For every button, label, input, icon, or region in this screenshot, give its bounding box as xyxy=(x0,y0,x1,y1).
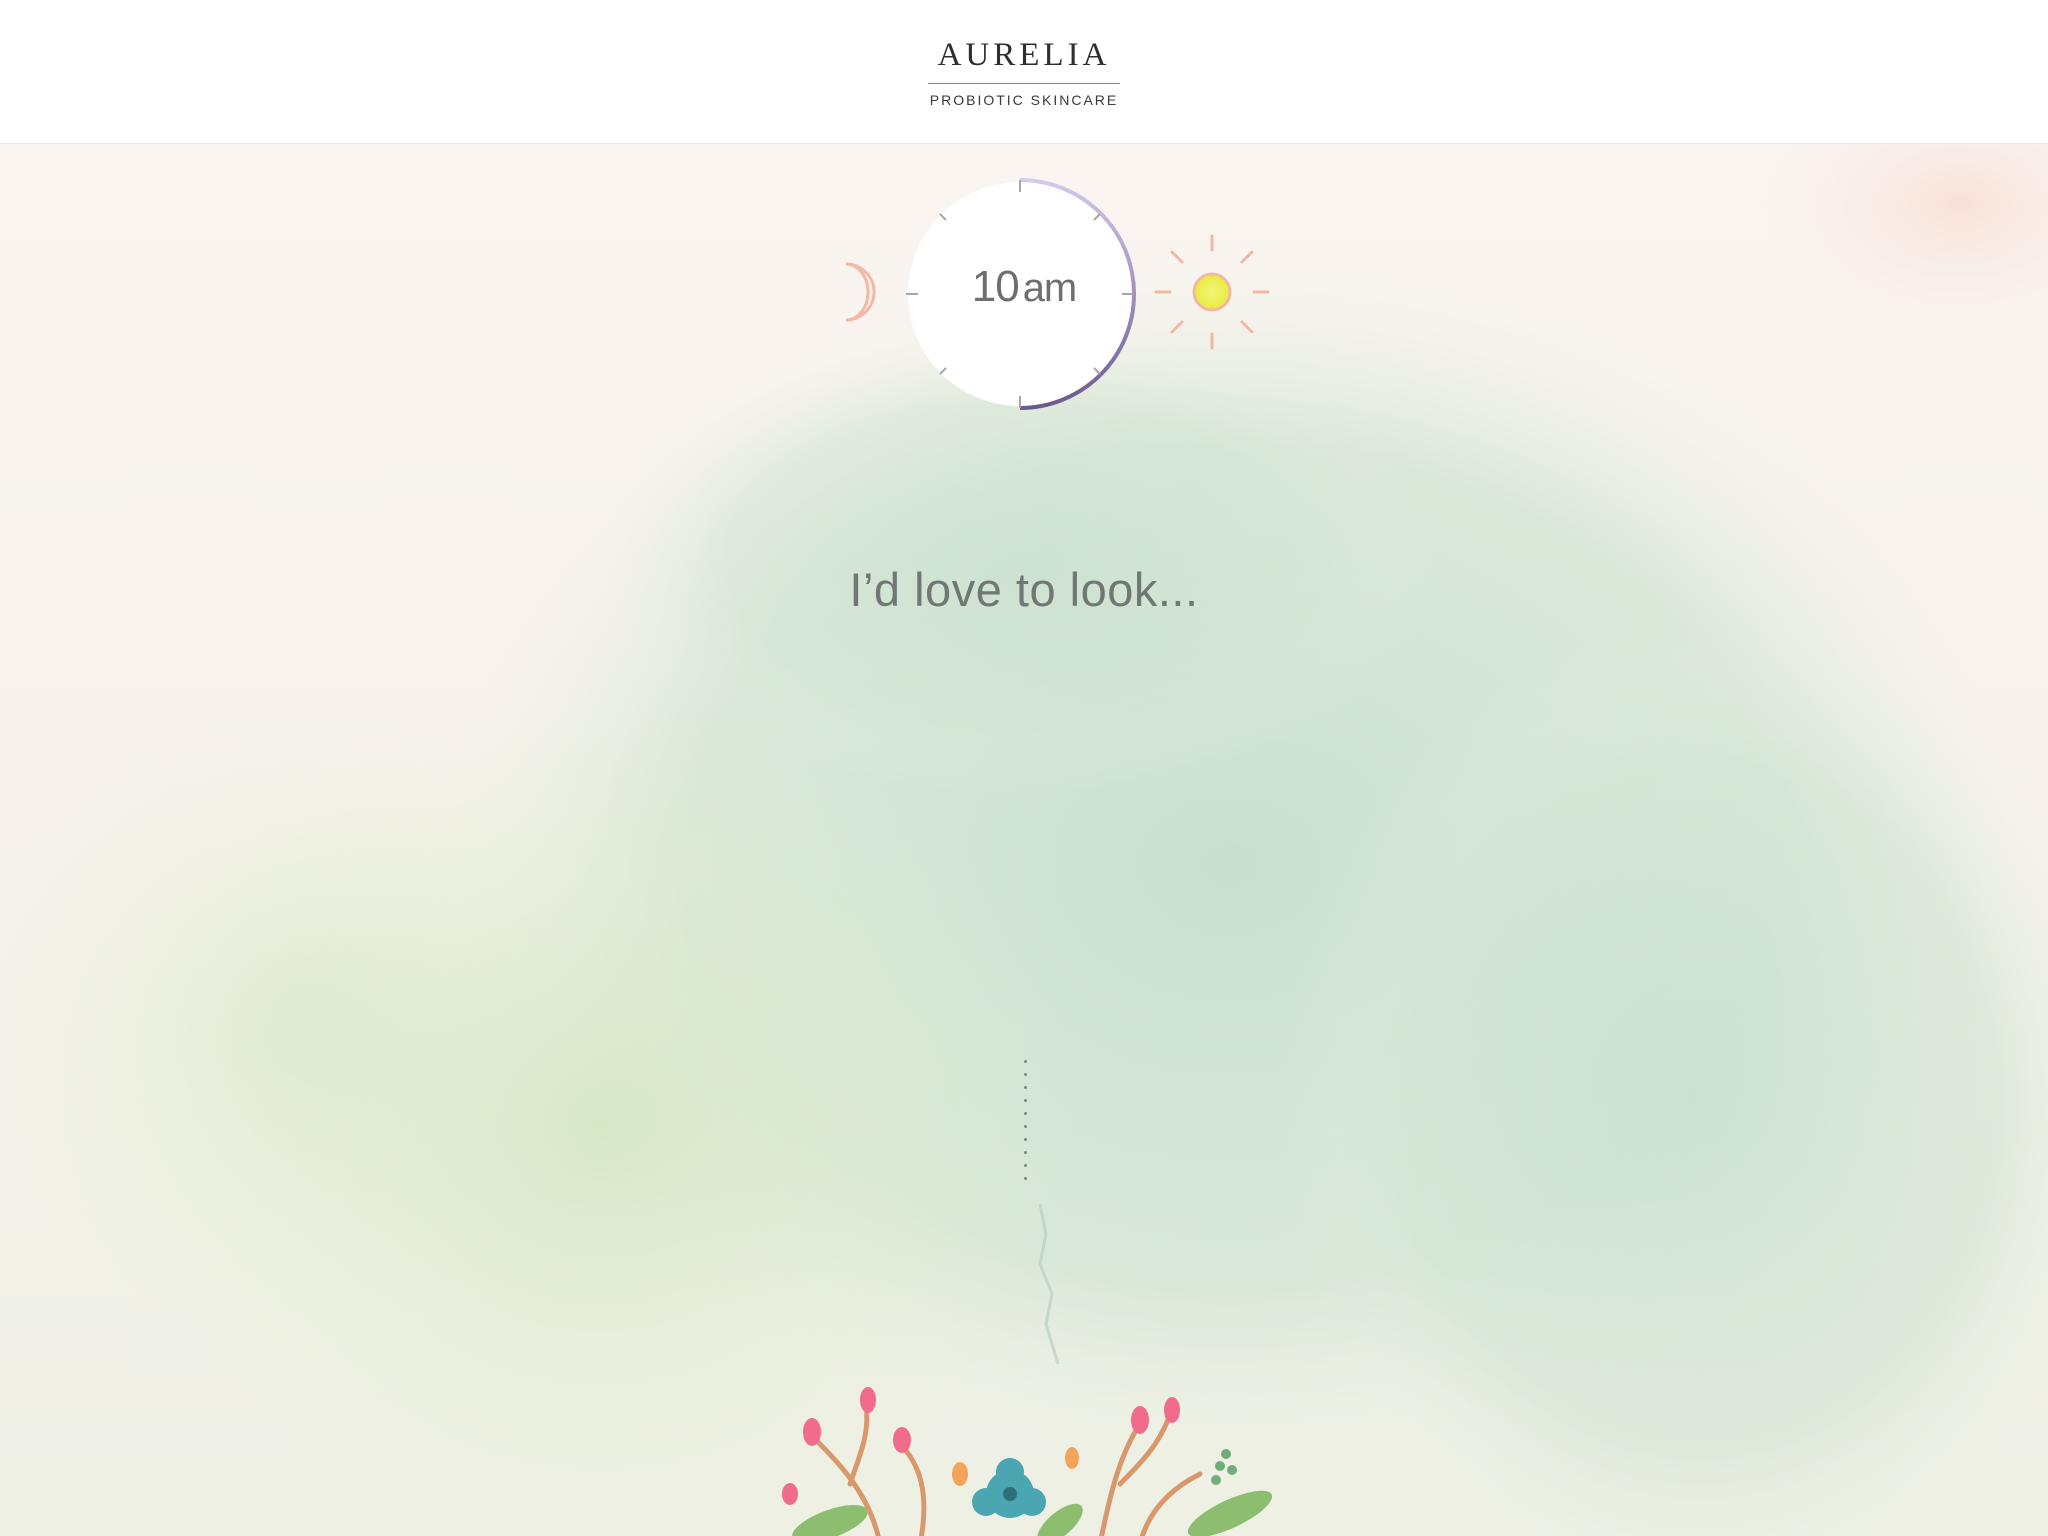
brand-tagline: PROBIOTIC SKINCARE xyxy=(929,92,1119,108)
moon-icon[interactable] xyxy=(845,262,876,322)
flower-illustration xyxy=(782,1387,1273,1536)
question-prompt: I’d love to look... xyxy=(849,563,1199,616)
watercolor-canvas: 10 am I’d love to look... xyxy=(0,144,2048,1536)
app-header: AURELIA PROBIOTIC SKINCARE xyxy=(0,0,2048,144)
brand-divider xyxy=(928,83,1120,84)
time-hour: 10 xyxy=(971,262,1020,311)
scroll-indicator xyxy=(1022,1060,1028,1190)
sun-icon[interactable] xyxy=(1154,234,1270,350)
time-dial[interactable] xyxy=(0,144,2048,1536)
brand-name: AURELIA xyxy=(937,37,1111,73)
selected-time[interactable]: 10 am xyxy=(924,262,1124,312)
brand-logo[interactable]: AURELIA PROBIOTIC SKINCARE xyxy=(928,36,1120,108)
time-period: am xyxy=(1022,266,1078,310)
